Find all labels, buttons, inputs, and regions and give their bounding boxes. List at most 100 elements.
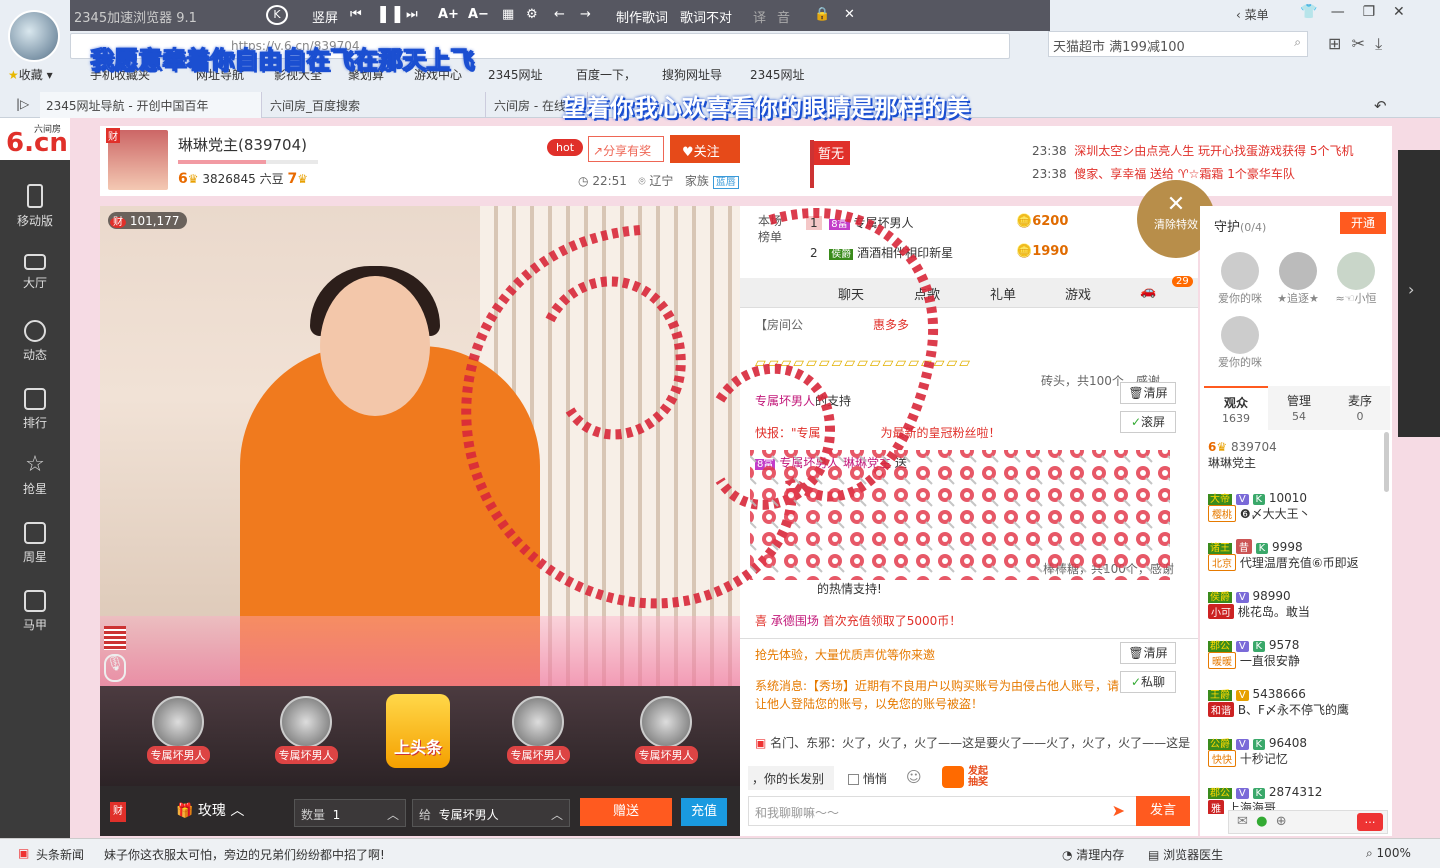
list-item[interactable]: 6♛ 839704 琳琳党主	[1208, 440, 1388, 471]
send-gift-button[interactable]: 赠送	[580, 798, 672, 826]
video-player[interactable]	[100, 206, 740, 686]
bookmark[interactable]: 2345网址	[750, 66, 805, 83]
tab-songs[interactable]: 点歌	[914, 284, 940, 303]
font-smaller-icon[interactable]: A−	[468, 7, 489, 22]
skin-icon[interactable]: 👕	[1300, 4, 1317, 20]
volume-bars-icon[interactable]	[104, 626, 126, 650]
tab-mic-queue[interactable]: 麦序 0	[1330, 386, 1390, 430]
sound-button[interactable]: 音	[777, 7, 790, 26]
next-icon[interactable]: ⏭	[406, 7, 418, 22]
clean-memory-button[interactable]: ◔ 清理内存	[1062, 846, 1124, 863]
forward-icon[interactable]: →	[580, 7, 591, 22]
favorites-button[interactable]: ★收藏 ▾	[8, 66, 53, 83]
audience-scrollbar[interactable]	[1384, 432, 1389, 492]
tab-games[interactable]: 游戏	[1065, 284, 1091, 303]
site-logo[interactable]: 六间房 6.cn	[0, 118, 70, 160]
list-item[interactable]: 王爵 V 5438666 和谐 B、F〆永不停飞的鹰	[1208, 686, 1388, 718]
lyrics-wrong-button[interactable]: 歌词不对	[680, 7, 732, 26]
gift-slot[interactable]: 专属坏男人	[258, 696, 354, 770]
apps-icon[interactable]: ⊞	[1328, 34, 1341, 53]
prev-icon[interactable]: ⏮	[350, 7, 362, 22]
user-avatar[interactable]	[8, 10, 60, 62]
font-larger-icon[interactable]: A+	[438, 7, 459, 22]
bookmark[interactable]: 搜狗网址导	[662, 66, 722, 83]
clear-screen-button[interactable]: 🗑清屏	[1120, 382, 1176, 404]
zoom-level[interactable]: ⌕ 100%	[1366, 846, 1411, 861]
search-icon[interactable]: ⌕	[1294, 35, 1301, 50]
sidebar-item-grab-star[interactable]: ☆ 抢星	[0, 444, 70, 508]
mail-icon[interactable]: ✉	[1237, 814, 1248, 829]
microphone-icon[interactable]: 🎙	[104, 654, 126, 682]
whisper-checkbox[interactable]: 悄悄	[848, 770, 887, 787]
pause-icon[interactable]: ❚❚	[376, 4, 405, 24]
browser-doctor-button[interactable]: ▤ 浏览器医生	[1148, 846, 1223, 863]
sidebar-toggle-icon[interactable]: |▷	[10, 92, 35, 118]
quantity-field[interactable]: 数量 1 ︿	[294, 799, 406, 827]
follow-button[interactable]: ♥关注	[670, 135, 740, 163]
list-item[interactable]: 诸王 昔 K 9998 北京 代理温厝充值⑥币即返	[1208, 539, 1388, 571]
recharge-button[interactable]: 充值	[681, 798, 727, 826]
private-chat-button[interactable]: ✓私聊	[1120, 671, 1176, 693]
back-icon[interactable]: ←	[554, 7, 565, 22]
sidebar-item-mobile[interactable]: 移动版	[0, 174, 70, 238]
guard-slot[interactable]: ≈☜小恒	[1328, 252, 1384, 306]
quick-phrase[interactable]: ，你的长发别	[748, 766, 834, 790]
guard-slot[interactable]: 爱你的咪	[1212, 316, 1268, 370]
gift-slot[interactable]: 专属坏男人	[130, 696, 226, 770]
sidebar-item-rank[interactable]: 排行	[0, 378, 70, 442]
news-label[interactable]: 头条新闻	[36, 846, 84, 863]
headline-button[interactable]: 上头条	[370, 694, 466, 768]
tab[interactable]: 六间房_百度搜索	[264, 92, 486, 118]
guard-slot[interactable]: ★追逐★	[1270, 252, 1326, 306]
clear-screen-button-2[interactable]: 🗑清屏	[1120, 642, 1176, 664]
vertical-screen-button[interactable]: 竖屏	[312, 7, 338, 26]
gift-slot[interactable]: 专属坏男人	[618, 696, 714, 770]
translate-button[interactable]: 译	[753, 7, 766, 26]
recipient-field[interactable]: 给 专属坏男人 ︿	[412, 799, 570, 827]
rank-row[interactable]: 1 8富 专属坏男人 🪙6200	[806, 214, 1136, 231]
sidebar-item-weekly-star[interactable]: 周星	[0, 512, 70, 576]
zoom-icon[interactable]: ⊕	[1276, 814, 1287, 829]
grid-icon[interactable]: ▦	[502, 7, 514, 22]
online-icon[interactable]: ●	[1256, 814, 1267, 829]
list-item[interactable]: 郡公 V K 9578 暖暖 一直很安静	[1208, 637, 1388, 669]
tab-gift-list[interactable]: 礼单	[990, 284, 1016, 303]
tab[interactable]: 2345网址导航 - 开创中国百年	[40, 92, 262, 118]
close-icon[interactable]: ✕	[844, 7, 855, 22]
sidebar-item-hall[interactable]: 大厅	[0, 244, 70, 308]
send-arrow-icon[interactable]: ➤	[1112, 801, 1125, 820]
list-item[interactable]: 公爵 V K 96408 快快 十秒记忆	[1208, 735, 1388, 767]
lottery-button[interactable]: 发起抽奖	[968, 766, 994, 788]
lottery-icon[interactable]	[942, 766, 964, 788]
chat-input[interactable]: 和我聊聊嘛～～ ➤	[748, 796, 1190, 826]
window-close-icon[interactable]: ✕	[1393, 4, 1405, 20]
undo-icon[interactable]: ↶	[1368, 92, 1393, 118]
scroll-screen-button[interactable]: ✓滚屏	[1120, 411, 1176, 433]
share-button[interactable]: ↗分享有奖	[588, 136, 664, 162]
message-icon[interactable]: …	[1357, 813, 1383, 831]
tab-chat[interactable]: 聊天	[838, 284, 864, 303]
rank-row[interactable]: 2 侯爵 酒酒相伴相印新星 🪙1990	[806, 244, 1136, 261]
gear-icon[interactable]: ⚙	[526, 7, 538, 22]
gift-selector[interactable]: 🎁 玫瑰 ︿	[176, 800, 244, 820]
scissors-icon[interactable]: ✂	[1352, 34, 1365, 53]
tab-audience[interactable]: 观众 1639	[1204, 386, 1268, 430]
family-tag[interactable]: 蓝唇	[712, 176, 739, 189]
news-ticker[interactable]: 妹子你这衣服太可怕，旁边的兄弟们纷纷都中招了啊!	[104, 846, 385, 863]
lock-icon[interactable]: 🔒	[814, 7, 830, 22]
car-icon[interactable]: 🚗	[1140, 284, 1156, 299]
download-icon[interactable]: ⤓	[1375, 34, 1382, 53]
emoji-icon[interactable]: ☺	[906, 768, 922, 786]
sidebar-item-feed[interactable]: 动态	[0, 310, 70, 374]
gift-slot[interactable]: 专属坏男人	[490, 696, 586, 770]
wealth-icon[interactable]: 财	[110, 802, 126, 822]
k-icon[interactable]: K	[266, 5, 288, 25]
make-lyrics-button[interactable]: 制作歌词	[616, 7, 668, 26]
sidebar-item-vest[interactable]: 马甲	[0, 580, 70, 644]
list-item[interactable]: 大帝 V K 10010 樱桃 ❻〆大大王丶	[1208, 490, 1388, 522]
send-message-button[interactable]: 发言	[1136, 796, 1190, 826]
guard-slot[interactable]: 爱你的咪	[1212, 252, 1268, 306]
menu-button[interactable]: ‹ 菜单	[1236, 6, 1269, 23]
list-item[interactable]: 侯爵 V 98990 小可 桃花岛。敢当	[1208, 588, 1388, 620]
bookmark[interactable]: 2345网址	[488, 66, 543, 83]
